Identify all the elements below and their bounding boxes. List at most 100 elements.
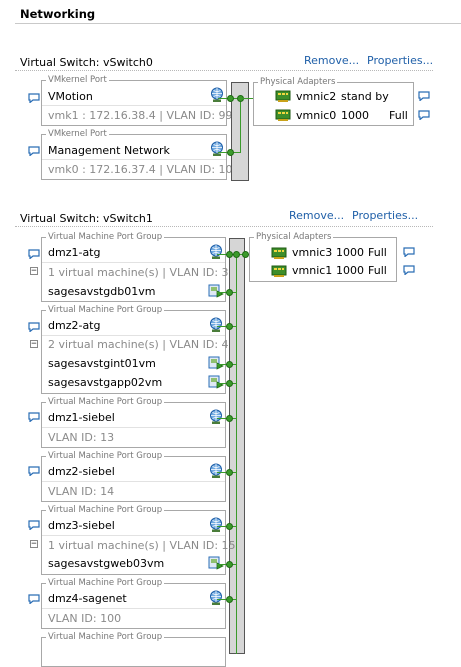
group-legend: Virtual Machine Port Group	[46, 397, 165, 407]
title-divider	[15, 23, 461, 24]
vmnic1-name[interactable]: vmnic1	[292, 264, 332, 277]
adapters-legend: Physical Adapters	[254, 232, 334, 242]
nic-card-icon	[275, 109, 291, 121]
port-legend: VMkernel Port	[46, 75, 109, 85]
vmnic2-name[interactable]: vmnic2	[296, 90, 336, 103]
vm-name[interactable]: sagesavstgweb03vm	[48, 557, 164, 570]
port-dot	[226, 415, 233, 422]
group-info: 1 virtual machine(s) | VLAN ID: 3	[48, 266, 229, 279]
network-globe-icon	[208, 590, 224, 606]
network-globe-icon	[209, 141, 225, 157]
vswitch1-bar	[229, 238, 245, 654]
vm-name[interactable]: sagesavstgdb01vm	[48, 285, 155, 298]
vmnic0-comment-icon[interactable]	[418, 110, 430, 120]
port-group-dmz2-siebel[interactable]: Virtual Machine Port Group dmz2-siebel V…	[41, 451, 226, 502]
port-group-dmz1-atg[interactable]: Virtual Machine Port Group dmz1-atg 1 vi…	[41, 232, 229, 302]
vmnic1-comment-icon[interactable]	[403, 265, 415, 275]
group-info: VLAN ID: 14	[48, 485, 115, 498]
group-legend: Virtual Machine Port Group	[46, 451, 165, 461]
group-separator	[42, 481, 225, 482]
vswitch1-remove-link[interactable]: Remove...	[289, 209, 344, 222]
network-globe-icon	[208, 463, 224, 479]
port-group-dmz1-siebel[interactable]: Virtual Machine Port Group dmz1-siebel V…	[41, 397, 226, 448]
network-globe-icon	[208, 517, 224, 533]
group-legend: Virtual Machine Port Group	[46, 305, 165, 315]
dmz1-siebel-comment-icon[interactable]	[28, 412, 40, 422]
port-name: VMotion	[48, 90, 93, 103]
group-name: dmz4-sagenet	[48, 592, 127, 605]
vmnic3-comment-icon[interactable]	[403, 247, 415, 257]
group-legend: Virtual Machine Port Group	[46, 232, 165, 242]
vswitch1-divider	[15, 226, 433, 227]
dmz2-atg-collapse-icon[interactable]: −	[30, 340, 38, 349]
group-name: dmz3-siebel	[48, 519, 115, 532]
vm-dot	[226, 380, 233, 387]
port-dot	[226, 523, 233, 530]
port-info: vmk1 : 172.16.38.4 | VLAN ID: 99	[48, 109, 233, 122]
port-group-partial[interactable]: Virtual Machine Port Group	[41, 632, 226, 667]
vmnic3-duplex: Full	[368, 246, 387, 259]
vm-dot	[226, 561, 233, 568]
vswitch0-remove-link[interactable]: Remove...	[304, 54, 359, 67]
port-group-dmz4-sagenet[interactable]: Virtual Machine Port Group dmz4-sagenet …	[41, 578, 226, 629]
adapters-legend: Physical Adapters	[258, 77, 338, 87]
dmz2-siebel-comment-icon[interactable]	[28, 466, 40, 476]
virtual-machine-icon	[208, 355, 224, 371]
vm-name[interactable]: sagesavstgint01vm	[48, 357, 156, 370]
vswitch0-title: Virtual Switch: vSwitch0	[20, 56, 153, 69]
vmnic1-duplex: Full	[368, 264, 387, 277]
port-name: Management Network	[48, 144, 170, 157]
port-dot	[226, 251, 233, 258]
group-info: VLAN ID: 13	[48, 431, 115, 444]
virtual-machine-icon	[208, 374, 224, 390]
group-info: VLAN ID: 100	[48, 612, 122, 625]
vm-dot	[226, 361, 233, 368]
port-group-dmz3-siebel[interactable]: Virtual Machine Port Group dmz3-siebel 1…	[41, 505, 236, 575]
group-legend: Virtual Machine Port Group	[46, 632, 165, 642]
port-dot	[226, 596, 233, 603]
port-group-dmz2-atg[interactable]: Virtual Machine Port Group dmz2-atg 2 vi…	[41, 305, 229, 394]
group-name: dmz2-siebel	[48, 465, 115, 478]
vswitch1-properties-link[interactable]: Properties...	[352, 209, 418, 222]
network-globe-icon	[208, 409, 224, 425]
vmnic1-speed: 1000	[336, 264, 364, 277]
vswitch0-internal-link	[240, 98, 241, 153]
group-separator	[42, 535, 225, 536]
vswitch1-internal-link	[236, 253, 237, 654]
vmnic3-name[interactable]: vmnic3	[292, 246, 332, 259]
group-info: 1 virtual machine(s) | VLAN ID: 15	[48, 539, 236, 552]
group-separator	[42, 427, 225, 428]
vmnic2-status: stand by	[341, 90, 389, 103]
port-separator	[42, 105, 226, 106]
dmz3-siebel-comment-icon[interactable]	[28, 520, 40, 530]
port-dot	[242, 251, 249, 258]
port-separator	[42, 159, 226, 160]
dmz2-atg-comment-icon[interactable]	[28, 322, 40, 332]
vmnic0-name[interactable]: vmnic0	[296, 109, 336, 122]
group-info: 2 virtual machine(s) | VLAN ID: 4	[48, 338, 229, 351]
vswitch0-properties-link[interactable]: Properties...	[367, 54, 433, 67]
vmotion-comment-icon[interactable]	[28, 93, 40, 103]
port-dot	[226, 469, 233, 476]
port-info: vmk0 : 172.16.37.4 | VLAN ID: 100	[48, 163, 240, 176]
management-comment-icon[interactable]	[28, 146, 40, 156]
vm-name[interactable]: sagesavstgapp02vm	[48, 376, 162, 389]
vmnic2-comment-icon[interactable]	[418, 91, 430, 101]
management-port-dot	[227, 149, 234, 156]
group-separator	[42, 608, 225, 609]
network-globe-icon	[208, 317, 224, 333]
group-legend: Virtual Machine Port Group	[46, 578, 165, 588]
vmnic0-duplex: Full	[389, 109, 408, 122]
nic-card-icon	[271, 247, 287, 259]
dmz1-atg-collapse-icon[interactable]: −	[30, 267, 38, 276]
dmz1-atg-comment-icon[interactable]	[28, 249, 40, 259]
dmz4-sagenet-comment-icon[interactable]	[28, 594, 40, 604]
vmkernel-port-vmotion[interactable]: VMkernel Port VMotion vmk1 : 172.16.38.4…	[41, 75, 233, 126]
group-name: dmz2-atg	[48, 319, 101, 332]
virtual-machine-icon	[208, 283, 224, 299]
dmz3-siebel-collapse-icon[interactable]: −	[30, 540, 38, 549]
vmkernel-port-management-network[interactable]: VMkernel Port Management Network vmk0 : …	[41, 129, 240, 180]
vswitch0-divider	[15, 70, 433, 71]
port-dot	[233, 251, 240, 258]
virtual-machine-icon	[208, 555, 224, 571]
